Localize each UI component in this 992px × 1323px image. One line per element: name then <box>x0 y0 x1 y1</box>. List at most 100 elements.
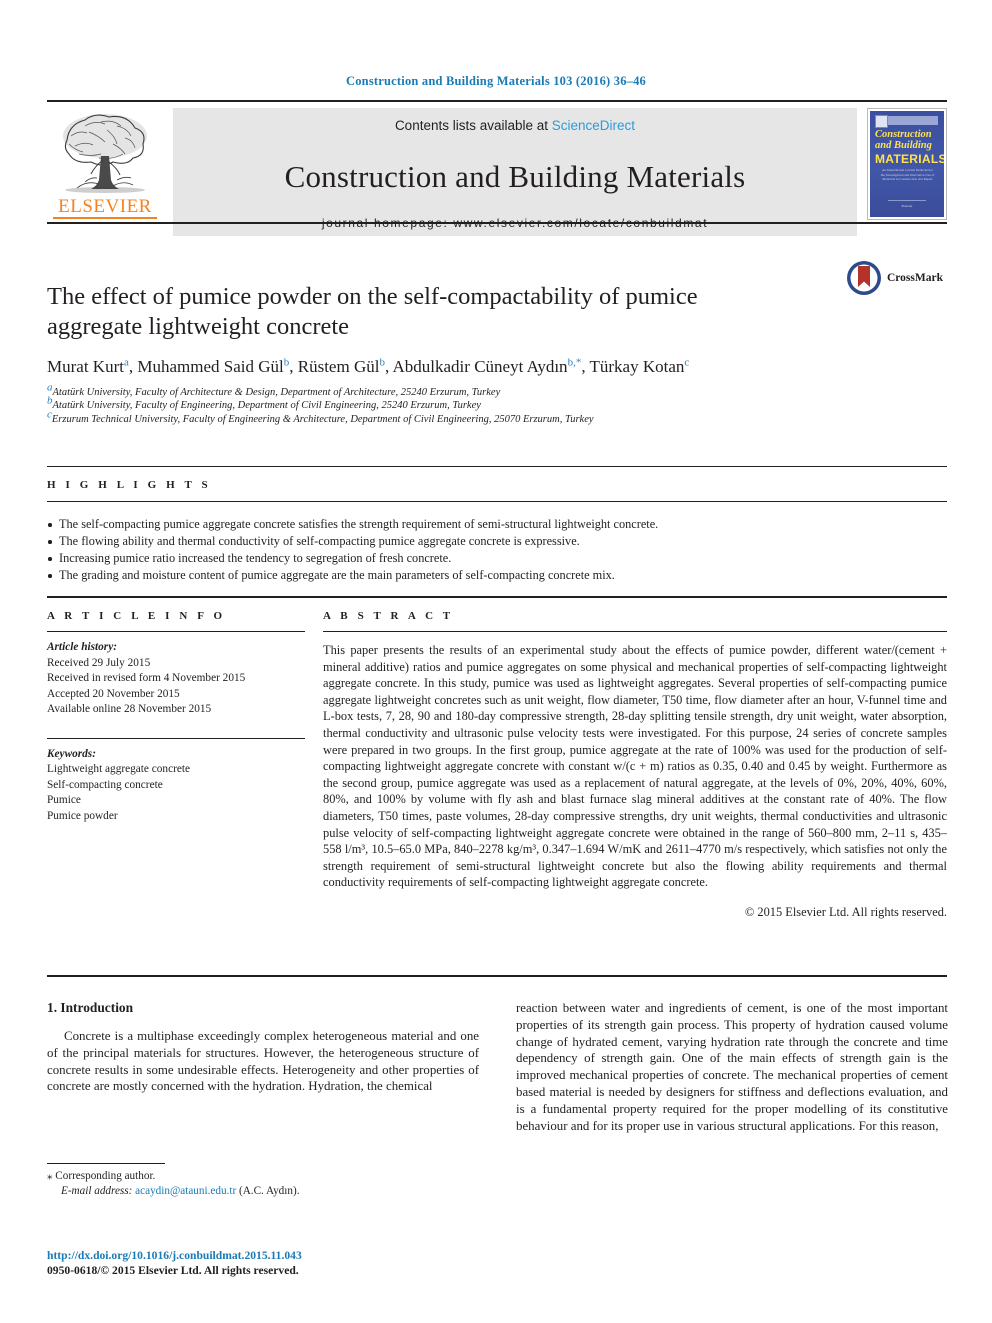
journal-band: Contents lists available at ScienceDirec… <box>173 108 857 236</box>
cover-title-line3: MATERIALS <box>875 152 944 166</box>
cover-divider <box>888 199 926 201</box>
elsevier-underline <box>53 217 157 219</box>
highlights-divider <box>47 501 947 502</box>
author-item: Türkay Kotanc <box>590 357 690 376</box>
highlights-heading: H I G H L I G H T S <box>47 479 212 491</box>
email-link[interactable]: acaydin@atauni.edu.tr <box>135 1185 236 1197</box>
cover-title-line1: Construction <box>875 129 932 140</box>
journal-cover-thumbnail: Construction and Building MATERIALS An I… <box>867 108 947 220</box>
author-affiliation-marker: c <box>684 356 690 369</box>
history-revised: Received in revised form 4 November 2015 <box>47 672 246 684</box>
cover-blurb: An International Journal Dedicated to th… <box>880 168 935 182</box>
author-name: Türkay Kotan <box>589 357 685 376</box>
cover-border: Construction and Building MATERIALS An I… <box>867 108 947 220</box>
cover-publisher: Elsevier <box>901 203 913 208</box>
elsevier-wordmark: ELSEVIER <box>58 196 152 217</box>
affiliation-item: cErzurum Technical University, Faculty o… <box>47 409 947 426</box>
abstract-heading: A B S T R A C T <box>323 610 454 622</box>
running-head: Construction and Building Materials 103 … <box>346 74 646 88</box>
keywords-group: Keywords: Lightweight aggregate concrete… <box>47 747 305 825</box>
contents-prefix: Contents lists available at <box>394 118 552 133</box>
article-info-heading: A R T I C L E I N F O <box>47 610 226 622</box>
keyword-item: Pumice powder <box>47 809 118 822</box>
author-name: Abdulkadir Cüneyt Aydın <box>392 357 568 376</box>
history-available-online: Available online 28 November 2015 <box>47 703 212 715</box>
contents-available-line: Contents lists available at ScienceDirec… <box>173 118 857 133</box>
body-top-divider <box>47 975 947 977</box>
author-separator: , <box>581 357 590 376</box>
author-item: Muhammed Said Gülb, <box>137 357 297 376</box>
list-item: Increasing pumice ratio increased the te… <box>47 550 947 567</box>
email-owner: (A.C. Aydın). <box>238 1185 300 1197</box>
author-name: Muhammed Said Gül <box>137 357 284 376</box>
author-item: Abdulkadir Cüneyt Aydınb,*, <box>393 357 590 376</box>
keyword-item: Pumice <box>47 794 81 806</box>
body-column-right: reaction between water and ingredients o… <box>516 1000 948 1134</box>
article-history-group: Article history: Received 29 July 2015 R… <box>47 640 305 718</box>
body-columns: 1. Introduction Concrete is a multiphase… <box>47 1000 948 1134</box>
affiliation-list: aAtatürk University, Faculty of Architec… <box>47 382 947 426</box>
doi-link[interactable]: http://dx.doi.org/10.1016/j.conbuildmat.… <box>47 1248 477 1263</box>
abstract-copyright: © 2015 Elsevier Ltd. All rights reserved… <box>744 904 947 919</box>
abstract-text: This paper presents the results of an ex… <box>323 643 947 890</box>
abstract-divider <box>323 631 947 632</box>
title-block: CrossMark The effect of pumice powder on… <box>47 222 947 426</box>
body-paragraph: reaction between water and ingredients o… <box>516 1001 948 1133</box>
article-history-label: Article history: <box>47 641 117 653</box>
author-name: Rüstem Gül <box>297 357 380 376</box>
corresponding-text: Corresponding author. <box>55 1170 156 1182</box>
history-received: Received 29 July 2015 <box>47 656 151 669</box>
crossmark-badge[interactable]: CrossMark <box>846 260 943 296</box>
issn-copyright-line: 0950-0618/© 2015 Elsevier Ltd. All right… <box>47 1264 299 1277</box>
keyword-item: Self-compacting concrete <box>47 778 163 791</box>
email-line: E-mail address: acaydin@atauni.edu.tr (A… <box>47 1184 407 1199</box>
email-label: E-mail address: <box>61 1185 133 1197</box>
corresponding-author-footnote: ⁎ Corresponding author. E-mail address: … <box>47 1163 407 1199</box>
list-item: The grading and moisture content of pumi… <box>47 567 947 584</box>
article-info-column: A R T I C L E I N F O Article history: R… <box>47 610 305 920</box>
keywords-divider <box>47 737 305 739</box>
list-item: The flowing ability and thermal conducti… <box>47 533 947 550</box>
keywords-label: Keywords: <box>47 747 96 760</box>
author-item: Rüstem Gülb, <box>298 357 393 376</box>
author-affiliation-marker: b,* <box>567 356 582 369</box>
author-separator: , <box>384 357 393 376</box>
journal-masthead: ELSEVIER Contents lists available at Sci… <box>47 100 947 236</box>
history-accepted: Accepted 20 November 2015 <box>47 687 180 700</box>
abstract-column: A B S T R A C T This paper presents the … <box>305 610 947 920</box>
article-info-divider <box>47 631 305 632</box>
affiliation-text: Atatürk University, Faculty of Engineeri… <box>52 400 481 412</box>
footnote-rule <box>47 1163 165 1164</box>
cover-title-line2: and Building <box>875 140 932 151</box>
cover-footer: Elsevier <box>882 197 932 208</box>
body-column-left: 1. Introduction Concrete is a multiphase… <box>47 1000 479 1134</box>
sciencedirect-link[interactable]: ScienceDirect <box>552 118 635 133</box>
elsevier-logo: ELSEVIER <box>47 108 163 236</box>
affiliation-item: bAtatürk University, Faculty of Engineer… <box>47 395 947 412</box>
crossmark-icon <box>846 261 881 295</box>
crossmark-label: CrossMark <box>886 272 943 284</box>
author-name: Murat Kurt <box>47 357 124 376</box>
page-title: The effect of pumice powder on the self-… <box>47 283 698 340</box>
affiliation-item: aAtatürk University, Faculty of Architec… <box>47 382 947 399</box>
elsevier-tree-icon <box>63 114 147 193</box>
highlights-list: The self-compacting pumice aggregate con… <box>47 516 947 584</box>
info-abstract-section: A R T I C L E I N F O Article history: R… <box>47 596 947 920</box>
article-page: Construction and Building Materials 103 … <box>0 0 992 1323</box>
cover-artwork: Construction and Building MATERIALS An I… <box>870 111 944 217</box>
cover-elsevier-mark-icon <box>875 115 888 128</box>
affiliation-text: Atatürk University, Faculty of Architect… <box>52 387 501 398</box>
body-paragraph: Concrete is a multiphase exceedingly com… <box>47 1029 479 1094</box>
affiliation-text: Erzurum Technical University, Faculty of… <box>51 413 594 425</box>
section-heading-introduction: 1. Introduction <box>47 1000 134 1015</box>
doi-block: http://dx.doi.org/10.1016/j.conbuildmat.… <box>47 1248 477 1278</box>
highlights-section: H I G H L I G H T S The self-compacting … <box>47 466 947 584</box>
corresponding-marker: ⁎ <box>47 1170 53 1182</box>
author-list: Murat Kurta, Muhammed Said Gülb, Rüstem … <box>47 356 947 378</box>
keyword-item: Lightweight aggregate concrete <box>47 763 191 775</box>
author-item: Murat Kurta, <box>47 357 137 376</box>
journal-title: Construction and Building Materials <box>284 158 746 194</box>
author-separator: , <box>289 357 298 376</box>
list-item: The self-compacting pumice aggregate con… <box>47 516 947 533</box>
corresponding-author-line: ⁎ Corresponding author. <box>47 1169 407 1184</box>
